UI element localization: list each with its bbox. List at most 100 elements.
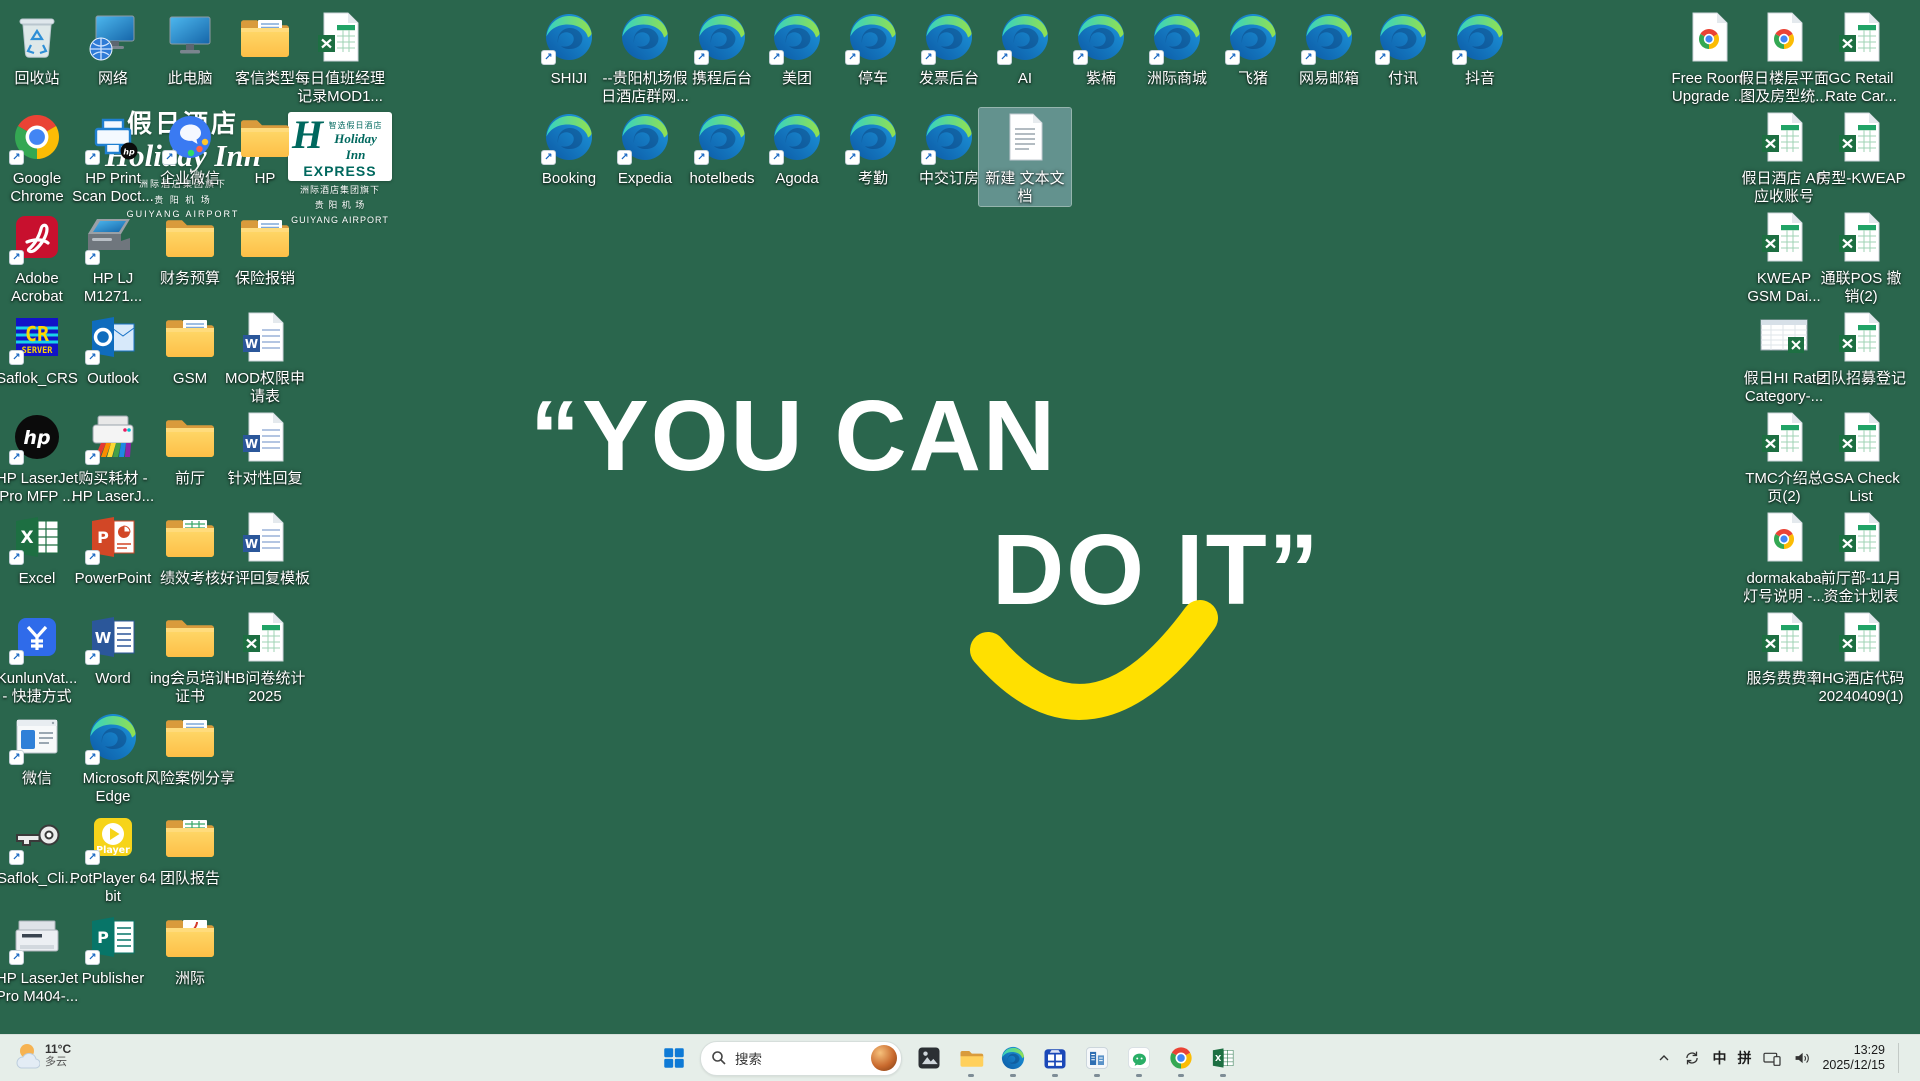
taskbar-app-chrome-browser[interactable] bbox=[1160, 1037, 1202, 1079]
search-highlight-icon[interactable] bbox=[871, 1045, 897, 1071]
search-input[interactable]: 搜索 bbox=[700, 1041, 902, 1076]
taskbar-apps: X bbox=[908, 1037, 1244, 1079]
folder-icon bbox=[161, 208, 219, 266]
edge-icon: ↗ bbox=[693, 108, 751, 166]
erp-app-icon bbox=[1083, 1044, 1111, 1072]
edge-icon: ↗ bbox=[920, 108, 978, 166]
weather-temp: 11°C bbox=[45, 1042, 71, 1056]
edge-icon: ↗ bbox=[1148, 8, 1206, 66]
shortcut-arrow-icon: ↗ bbox=[1149, 50, 1164, 65]
taskbar-app-photos-app[interactable] bbox=[908, 1037, 950, 1079]
desktop-icon-folder-hp[interactable]: HP bbox=[219, 108, 311, 188]
taskbar-weather-widget[interactable]: 11°C 多云 bbox=[10, 1040, 71, 1070]
desktop-icon-file-pos-refund[interactable]: 通联POS 撤 销(2) bbox=[1815, 208, 1907, 306]
svg-text:W: W bbox=[245, 537, 258, 551]
running-indicator-dot bbox=[1094, 1074, 1100, 1077]
running-indicator-dot bbox=[968, 1074, 974, 1077]
excelapp-icon: X↗ bbox=[8, 508, 66, 566]
desktop-icon-file-team-recruit[interactable]: 团队招募登记 bbox=[1815, 308, 1907, 388]
search-placeholder: 搜索 bbox=[735, 1048, 871, 1068]
tray-sync-icon[interactable] bbox=[1683, 1049, 1701, 1067]
excel-file-icon bbox=[1755, 208, 1813, 266]
weather-condition: 多云 bbox=[45, 1056, 71, 1069]
shortcut-arrow-icon: ↗ bbox=[162, 150, 177, 165]
desktop-icon-folder-risk-cases[interactable]: 风险案例分享 bbox=[144, 708, 236, 788]
taskbar-app-wechat-app[interactable] bbox=[1118, 1037, 1160, 1079]
shortcut-arrow-icon: ↗ bbox=[85, 350, 100, 365]
word-file-icon: W bbox=[236, 308, 294, 366]
desktop-icon-file-gc-retail-rate[interactable]: GC Retail Rate Car... bbox=[1815, 8, 1907, 106]
textdoc-icon bbox=[996, 108, 1054, 166]
taskbar-tray: 中 拼 13:29 2025/12/15 bbox=[1656, 1035, 1914, 1081]
desktop-icon-new-text-doc[interactable]: 新建 文本文档 bbox=[979, 108, 1071, 206]
tray-chevron-up-icon[interactable] bbox=[1656, 1050, 1672, 1066]
edge-icon: ↗ bbox=[1300, 8, 1358, 66]
desktop-icon-label: 前厅部-11月 资金计划表 bbox=[1815, 570, 1907, 606]
key-icon: ↗ bbox=[8, 808, 66, 866]
shortcut-arrow-icon: ↗ bbox=[9, 550, 24, 565]
shortcut-arrow-icon: ↗ bbox=[694, 150, 709, 165]
desktop-icon-folder-insurance[interactable]: 保险报销 bbox=[219, 208, 311, 288]
shortcut-arrow-icon: ↗ bbox=[1301, 50, 1316, 65]
wecom-icon: ↗ bbox=[161, 108, 219, 166]
smile-graphic bbox=[950, 580, 1250, 750]
excel-file-icon bbox=[1832, 608, 1890, 666]
chrome-file-icon bbox=[1680, 8, 1738, 66]
tray-clock[interactable]: 13:29 2025/12/15 bbox=[1822, 1043, 1885, 1073]
running-indicator-dot bbox=[1010, 1074, 1016, 1077]
show-desktop-button[interactable] bbox=[1910, 1035, 1914, 1081]
desktop-icon-file-front-office-fund[interactable]: 前厅部-11月 资金计划表 bbox=[1815, 508, 1907, 606]
edge-icon: ↗ bbox=[1374, 8, 1432, 66]
excel-file-icon bbox=[1832, 408, 1890, 466]
running-indicator-dot bbox=[1136, 1074, 1142, 1077]
desktop-icon-file-targeted-reply[interactable]: W针对性回复 bbox=[219, 408, 311, 488]
pc-icon bbox=[161, 8, 219, 66]
taskbar-app-edge-browser[interactable] bbox=[992, 1037, 1034, 1079]
desktop-icon-file-ihg-hotel-code[interactable]: IHG酒店代码 20240409(1) bbox=[1815, 608, 1907, 706]
shortcut-arrow-icon: ↗ bbox=[9, 850, 24, 865]
crs-icon: CR SERVER↗ bbox=[8, 308, 66, 366]
desktop-icon-file-mod-perm[interactable]: WMOD权限申 请表 bbox=[219, 308, 311, 406]
ime-mode-indicator[interactable]: 拼 bbox=[1737, 1048, 1751, 1068]
desktop-icon-folder-team-report[interactable]: 团队报告 bbox=[144, 808, 236, 888]
desktop-icon-label: GSA Check List bbox=[1815, 470, 1907, 506]
taskbar-app-erp-app[interactable] bbox=[1076, 1037, 1118, 1079]
taskbar-app-store-app[interactable] bbox=[1034, 1037, 1076, 1079]
ime-language-indicator[interactable]: 中 bbox=[1712, 1048, 1726, 1068]
desktop-icon-folder-ihg[interactable]: 洲际 bbox=[144, 908, 236, 988]
svg-text:X: X bbox=[1215, 1053, 1222, 1063]
taskbar-app-file-explorer[interactable] bbox=[950, 1037, 992, 1079]
desktop-icon-link-douyin[interactable]: ↗抖音 bbox=[1434, 8, 1526, 88]
tray-time: 13:29 bbox=[1822, 1043, 1885, 1058]
potplayer-icon: Player↗ bbox=[84, 808, 142, 866]
desktop-icon-label: 房型-KWEAP bbox=[1815, 170, 1907, 188]
svg-text:W: W bbox=[245, 337, 258, 351]
hpcircle-icon: hp↗ bbox=[8, 408, 66, 466]
taskbar-app-excel-app[interactable]: X bbox=[1202, 1037, 1244, 1079]
desktop-icon-file-roomtype-kweap[interactable]: 房型-KWEAP bbox=[1815, 108, 1907, 188]
chrome-icon: ↗ bbox=[8, 108, 66, 166]
tray-volume-icon[interactable] bbox=[1793, 1049, 1811, 1067]
hpprint-icon: hp↗ bbox=[84, 108, 142, 166]
chrome-browser-icon bbox=[1167, 1044, 1195, 1072]
shortcut-arrow-icon: ↗ bbox=[85, 550, 100, 565]
start-button[interactable] bbox=[654, 1038, 694, 1078]
desktop-icon-label: 通联POS 撤 销(2) bbox=[1815, 270, 1907, 306]
folder-sheet-icon bbox=[161, 508, 219, 566]
desktop-icon-file-review-template[interactable]: W好评回复模板 bbox=[219, 508, 311, 588]
svg-text:W: W bbox=[245, 437, 258, 451]
desktop-icon-label: GC Retail Rate Car... bbox=[1815, 70, 1907, 106]
search-icon bbox=[711, 1050, 727, 1066]
tray-cast-icon[interactable] bbox=[1762, 1048, 1782, 1068]
edge-icon: ↗ bbox=[540, 108, 598, 166]
desktop-icon-file-mod-log[interactable]: 每日值班经理 记录MOD1... bbox=[294, 8, 386, 106]
svg-text:hp: hp bbox=[23, 427, 50, 449]
desktop-icon-file-gsa-checklist[interactable]: GSA Check List bbox=[1815, 408, 1907, 506]
shortcut-arrow-icon: ↗ bbox=[85, 150, 100, 165]
shortcut-arrow-icon: ↗ bbox=[85, 850, 100, 865]
edge-icon: ↗ bbox=[768, 108, 826, 166]
edge-icon: ↗ bbox=[540, 8, 598, 66]
tray-divider bbox=[1898, 1043, 1899, 1073]
desktop-icon-file-hb-survey[interactable]: HB问卷统计 2025 bbox=[219, 608, 311, 706]
shortcut-arrow-icon: ↗ bbox=[845, 150, 860, 165]
